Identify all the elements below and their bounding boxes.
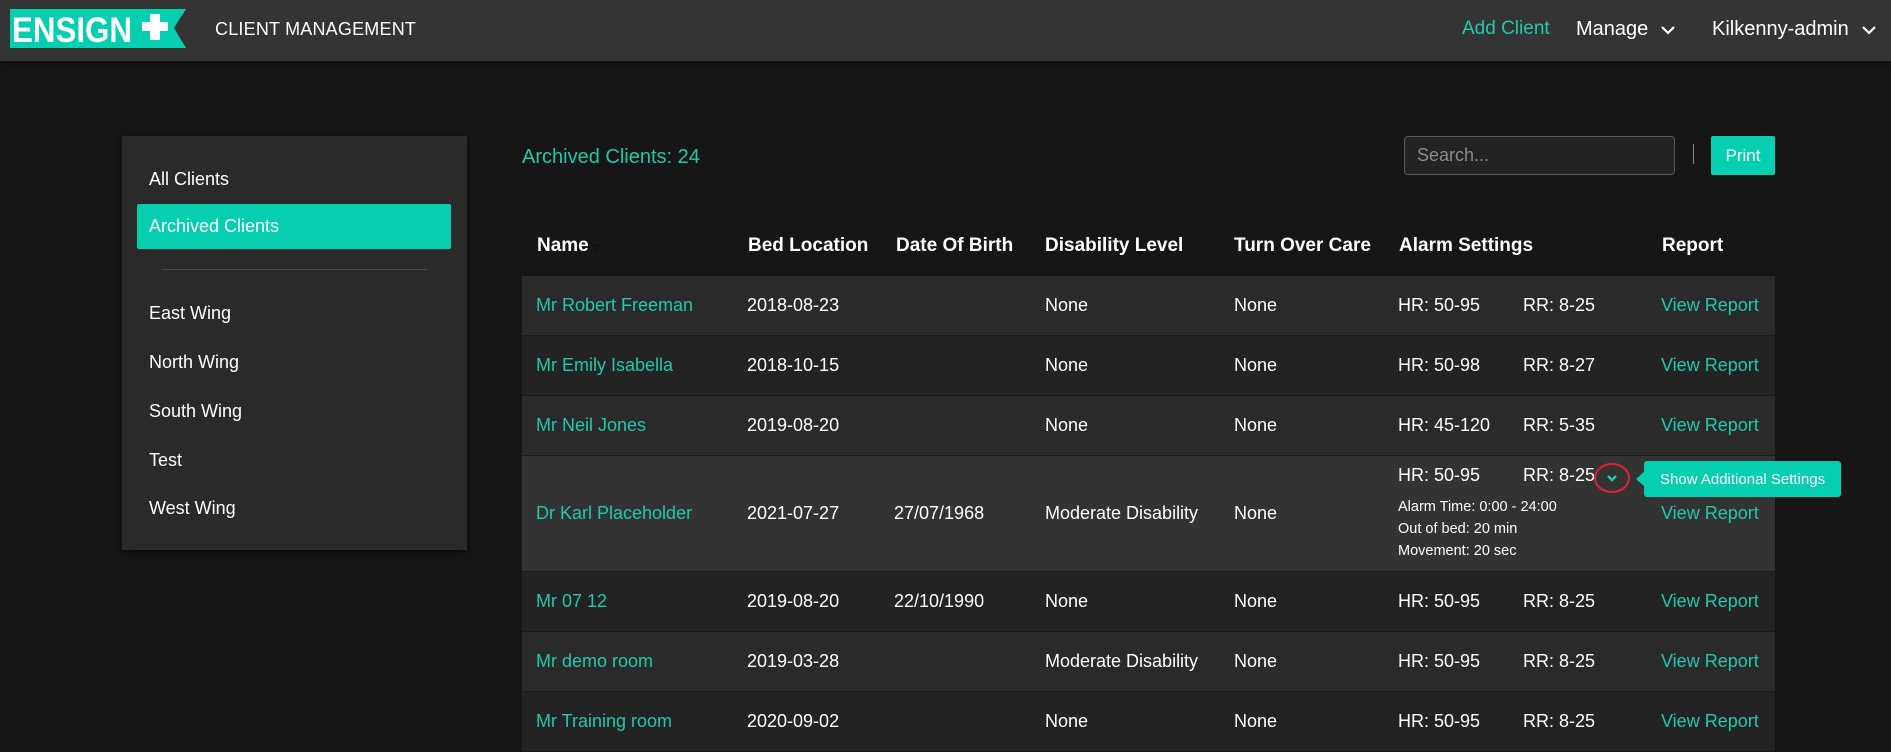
manage-label: Manage (1576, 18, 1649, 40)
view-report-link[interactable]: View Report (1661, 295, 1759, 316)
alarm-hr: HR: 50-95 (1398, 295, 1481, 315)
bed-location: 2019-08-20 (747, 415, 840, 435)
client-name-link[interactable]: Mr Neil Jones (536, 415, 646, 436)
column-header-disability-level[interactable]: Disability Level (1045, 235, 1183, 257)
disability-level: None (1045, 711, 1089, 731)
client-name-link[interactable]: Mr Robert Freeman (536, 295, 693, 316)
turn-over-care: None (1234, 415, 1278, 435)
add-client-link[interactable]: Add Client (1462, 18, 1550, 40)
table-row: Dr Karl Placeholder 2021-07-27 27/07/1968 M… (522, 456, 1775, 572)
client-name-link[interactable]: Mr demo room (536, 651, 653, 672)
bed-location: 2019-03-28 (747, 651, 840, 671)
table-row: Mr demo room 2019-03-28 Moderate Disabilit… (522, 632, 1775, 692)
top-navigation-bar: ENSIGN CLIENT MANAGEMENT Add Client Mana… (0, 0, 1891, 61)
bed-location: 2019-08-20 (747, 591, 840, 611)
sidebar-item-west-wing[interactable]: West Wing (149, 498, 236, 519)
print-button[interactable]: Print (1711, 136, 1775, 175)
column-header-alarm-settings[interactable]: Alarm Settings (1399, 235, 1533, 257)
app-title: CLIENT MANAGEMENT (215, 19, 417, 39)
expand-settings-icon[interactable] (1600, 466, 1624, 490)
alarm-hr: HR: 50-95 (1398, 591, 1481, 611)
search-input[interactable] (1404, 136, 1675, 175)
bed-location: 2020-09-02 (747, 711, 840, 731)
alarm-extra-setting: Out of bed: 20 min (1398, 521, 1518, 537)
logo-text: ENSIGN (12, 11, 132, 48)
toolbar-divider (1693, 144, 1694, 164)
sidebar-item-north-wing[interactable]: North Wing (149, 352, 239, 373)
disability-level: None (1045, 355, 1089, 375)
sidebar: All Clients Archived Clients East Wing N… (122, 136, 467, 550)
disability-level: None (1045, 415, 1089, 435)
sidebar-item-east-wing[interactable]: East Wing (149, 303, 231, 324)
column-header-bed-location[interactable]: Bed Location (748, 235, 868, 257)
manage-menu[interactable]: Manage (1576, 18, 1676, 41)
turn-over-care: None (1234, 503, 1278, 523)
turn-over-care: None (1234, 591, 1278, 611)
user-menu[interactable]: Kilkenny-admin (1712, 18, 1877, 41)
alarm-hr: HR: 50-95 (1398, 465, 1481, 485)
client-name-link[interactable]: Mr 07 12 (536, 591, 607, 612)
view-report-link[interactable]: View Report (1661, 503, 1759, 524)
client-name-link[interactable]: Mr Emily Isabella (536, 355, 673, 376)
disability-level: None (1045, 295, 1089, 315)
sidebar-item-label: Archived Clients (149, 216, 280, 236)
alarm-hr: HR: 50-95 (1398, 711, 1481, 731)
column-header-turn-over-care[interactable]: Turn Over Care (1234, 235, 1371, 257)
alarm-rr: RR: 8-27 (1523, 355, 1596, 375)
date-of-birth: 22/10/1990 (894, 591, 985, 611)
alarm-rr: RR: 8-25 (1523, 651, 1596, 671)
column-header-date-of-birth[interactable]: Date Of Birth (896, 235, 1013, 257)
view-report-link[interactable]: View Report (1661, 711, 1759, 732)
disability-level: Moderate Disability (1045, 503, 1199, 523)
bed-location: 2018-08-23 (747, 295, 840, 315)
sidebar-divider (162, 269, 427, 270)
alarm-extra-setting: Movement: 20 sec (1398, 543, 1517, 559)
table-row: Mr Emily Isabella 2018-10-15 None None HR: 5… (522, 336, 1775, 396)
show-additional-settings-tooltip: Show Additional Settings (1644, 461, 1841, 497)
alarm-extra-setting: Alarm Time: 0:00 - 24:00 (1398, 499, 1557, 515)
sort-descending-icon[interactable] (589, 244, 603, 251)
date-of-birth: 27/07/1968 (894, 503, 985, 523)
sidebar-item-archived-clients[interactable]: Archived Clients (137, 204, 451, 249)
turn-over-care: None (1234, 711, 1278, 731)
disability-level: None (1045, 591, 1089, 611)
table-row: Mr Robert Freeman 2018-08-23 None None HR: 5… (522, 276, 1775, 336)
alarm-hr: HR: 45-120 (1398, 415, 1491, 435)
user-name: Kilkenny-admin (1712, 18, 1849, 40)
ensign-logo[interactable]: ENSIGN (10, 9, 186, 48)
alarm-rr: RR: 5-35 (1523, 415, 1596, 435)
view-report-link[interactable]: View Report (1661, 651, 1759, 672)
column-header-name[interactable]: Name (537, 235, 589, 257)
view-report-link[interactable]: View Report (1661, 355, 1759, 376)
view-report-link[interactable]: View Report (1661, 415, 1759, 436)
turn-over-care: None (1234, 651, 1278, 671)
bed-location: 2021-07-27 (747, 503, 840, 523)
sidebar-item-south-wing[interactable]: South Wing (149, 401, 242, 422)
sidebar-item-test[interactable]: Test (149, 450, 182, 471)
table-row: Mr 07 12 2019-08-20 22/10/1990 None None HR: … (522, 572, 1775, 632)
sidebar-item-all-clients[interactable]: All Clients (149, 169, 229, 190)
table-row: Mr Training room 2020-09-02 None None HR: 50… (522, 692, 1775, 752)
client-name-link[interactable]: Mr Training room (536, 711, 672, 732)
column-header-report[interactable]: Report (1662, 235, 1723, 257)
alarm-rr: RR: 8-25 (1523, 711, 1596, 731)
alarm-rr: RR: 8-25 (1523, 591, 1596, 611)
turn-over-care: None (1234, 295, 1278, 315)
turn-over-care: None (1234, 355, 1278, 375)
alarm-rr: RR: 8-25 (1523, 465, 1596, 485)
alarm-hr: HR: 50-98 (1398, 355, 1481, 375)
chevron-down-icon (1861, 25, 1876, 35)
disability-level: Moderate Disability (1045, 651, 1199, 671)
alarm-hr: HR: 50-95 (1398, 651, 1481, 671)
bed-location: 2018-10-15 (747, 355, 840, 375)
view-report-link[interactable]: View Report (1661, 591, 1759, 612)
chevron-down-icon (1661, 25, 1676, 35)
alarm-rr: RR: 8-25 (1523, 295, 1596, 315)
archived-clients-count: Archived Clients: 24 (522, 146, 700, 168)
table-header: Name Bed Location Date Of Birth Disabili… (522, 224, 1775, 274)
table-row: Mr Neil Jones 2019-08-20 None None HR: 45-12… (522, 396, 1775, 456)
tooltip-arrow (1636, 472, 1644, 486)
client-name-link[interactable]: Dr Karl Placeholder (536, 503, 692, 524)
